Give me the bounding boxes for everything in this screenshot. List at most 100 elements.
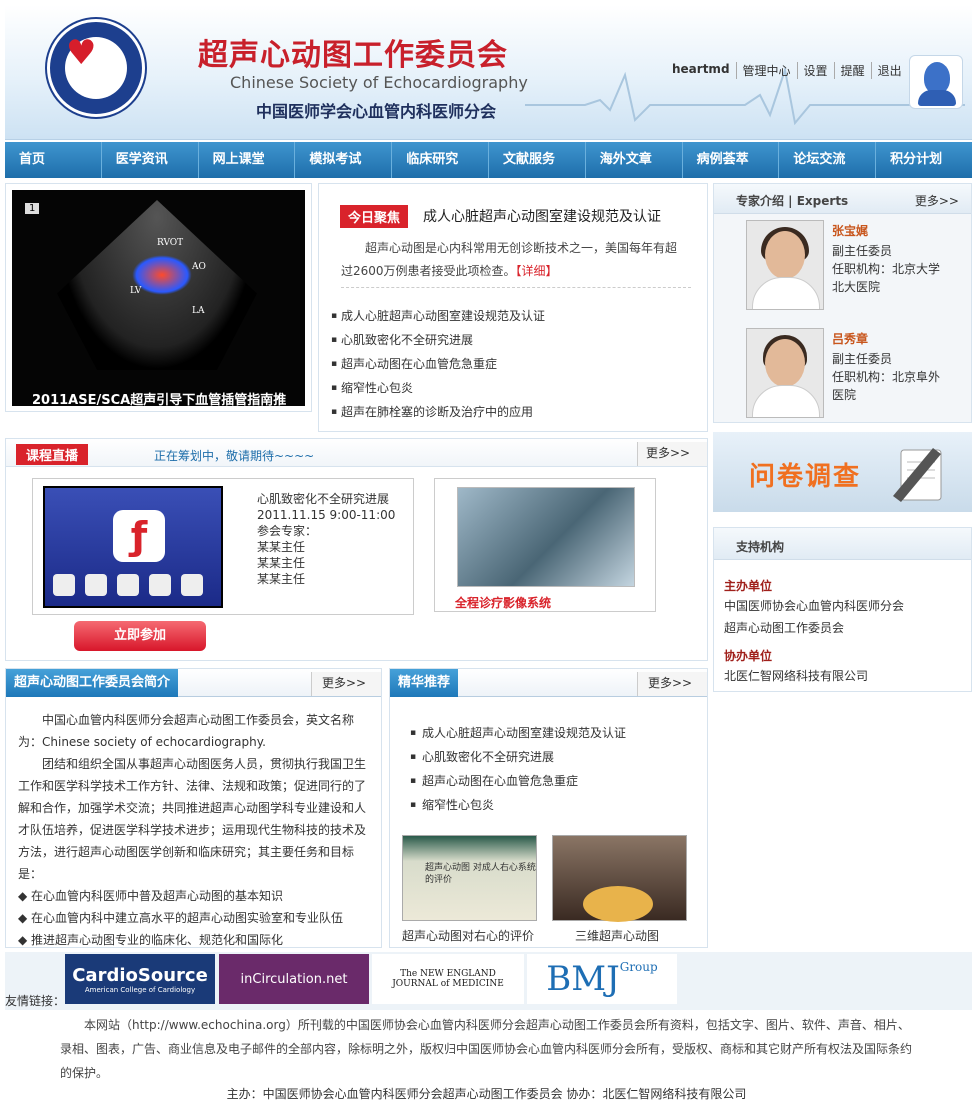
heart-icon: ♥	[66, 33, 97, 73]
username-link[interactable]: heartmd	[658, 62, 736, 79]
co-host-label: 协办单位	[724, 649, 773, 663]
expert-info: 副主任委员 任职机构：北京大学北大医院	[832, 244, 941, 294]
recommend-list: 成人心脏超声心动图室建设规范及认证 心肌致密化不全研究进展 超声心动图在心血管危…	[410, 721, 626, 817]
course-thumbnail[interactable]: ƒ	[43, 486, 223, 608]
survey-label: 问卷调查	[749, 462, 862, 492]
list-item[interactable]: 超声心动图在心血管危急重症	[410, 769, 626, 793]
course-expert: 某某主任	[257, 556, 306, 570]
recommend-panel: 精华推荐 更多>> 成人心脏超声心动图室建设规范及认证 心肌致密化不全研究进展 …	[389, 668, 708, 948]
list-item[interactable]: 缩窄性心包炎	[410, 793, 626, 817]
host-label: 主办单位	[724, 579, 773, 593]
play-icon: ƒ	[113, 510, 165, 562]
incirculation-logo[interactable]: inCirculation.net	[219, 954, 369, 1004]
today-focus-panel: 今日聚焦 成人心脏超声心动图室建设规范及认证 超声心动图是心内科常用无创诊断技术…	[318, 183, 708, 432]
live-course-card[interactable]: ƒ 心肌致密化不全研究进展 2011.11.15 9:00-11:00 参会专家…	[32, 478, 414, 615]
recommend-caption[interactable]: 三维超声心动图	[575, 927, 659, 944]
footer-sponsors: 主办：中国医师协会心血管内科医师分会超声心动图工作委员会 协办：北医仁智网络科技…	[226, 1087, 747, 1101]
nejm-logo[interactable]: The NEW ENGLAND JOURNAL of MEDICINE	[372, 954, 524, 1004]
list-item[interactable]: 成人心脏超声心动图室建设规范及认证	[410, 721, 626, 745]
live-more-link[interactable]: 更多>>	[637, 442, 707, 466]
join-now-button[interactable]: 立即参加	[74, 621, 206, 651]
admin-center-link[interactable]: 管理中心	[735, 62, 797, 79]
expert-photo[interactable]	[746, 220, 824, 310]
expert-info: 副主任委员 任职机构：北京阜外医院	[832, 352, 941, 402]
list-item[interactable]: 缩窄性心包炎	[331, 376, 545, 400]
host-org[interactable]: 中国医师协会心血管内科医师分会	[724, 597, 904, 614]
experts-panel: 专家介绍 | Experts 更多>> 张宝娓 副主任委员 任职机构：北京大学北大…	[713, 183, 972, 423]
nav-medical-news[interactable]: 医学资讯	[102, 142, 199, 178]
user-avatar-icon[interactable]	[909, 55, 963, 109]
society-logo[interactable]: ♥	[47, 19, 145, 117]
friend-links-label: 友情链接：	[5, 994, 66, 1008]
expert-name[interactable]: 张宝娓	[832, 222, 868, 239]
echo-label: LV	[130, 286, 142, 296]
logout-link[interactable]: 退出	[870, 62, 908, 79]
co-host-org[interactable]: 北医仁智网络科技有限公司	[724, 667, 868, 684]
course-title[interactable]: 心肌致密化不全研究进展	[257, 491, 395, 507]
site-title-en: Chinese Society of Echocardiography	[230, 73, 528, 92]
pen-icon	[893, 448, 942, 502]
main-nav: 首页 医学资讯 网上课堂 模拟考试 临床研究 文献服务 海外文章 病例荟萃 论坛…	[5, 142, 972, 178]
slide-index[interactable]: 1	[25, 203, 40, 214]
recommend-tab[interactable]: 精华推荐	[390, 669, 459, 697]
reminders-link[interactable]: 提醒	[833, 62, 871, 79]
list-item[interactable]: 心肌致密化不全研究进展	[331, 328, 545, 352]
course-info: 心肌致密化不全研究进展 2011.11.15 9:00-11:00 参会专家： …	[257, 491, 395, 587]
copyright-notice: 本网站（http://www.echochina.org）所刊载的中国医师协会心…	[60, 1018, 913, 1080]
experts-more-link[interactable]: 更多>>	[915, 192, 959, 209]
live-tag: 课程直播	[16, 444, 89, 465]
slide-caption[interactable]: 2011ASE/SCA超声引导下血管插管指南推	[32, 389, 286, 406]
nav-points[interactable]: 积分计划	[876, 142, 972, 178]
echo-label: AO	[192, 262, 206, 272]
recommend-caption[interactable]: 超声心动图对右心的评价	[402, 927, 534, 944]
list-item[interactable]: 超声在肺栓塞的诊断及治疗中的应用	[331, 400, 545, 424]
nav-clinical-research[interactable]: 临床研究	[392, 142, 489, 178]
course-time: 2011.11.15 9:00-11:00	[257, 508, 396, 522]
experts-title: 专家介绍 | Experts	[736, 194, 849, 208]
list-item[interactable]: 成人心脏超声心动图室建设规范及认证	[331, 304, 545, 328]
echo-label: RVOT	[157, 238, 184, 248]
nav-overseas-articles[interactable]: 海外文章	[586, 142, 683, 178]
site-subtitle: 中国医师学会心血管内科医师分会	[256, 102, 497, 121]
intro-tab[interactable]: 超声心动图工作委员会简介	[6, 669, 179, 697]
cardiosource-logo[interactable]: CardioSource American College of Cardiolo…	[65, 954, 215, 1004]
intro-more-link[interactable]: 更多>>	[311, 672, 381, 696]
recommend-more-link[interactable]: 更多>>	[637, 672, 707, 696]
recommend-image-right-heart[interactable]: 超声心动图 对成人右心系统的评价	[402, 835, 537, 921]
focus-headline[interactable]: 成人心脏超声心动图室建设规范及认证	[423, 206, 661, 226]
recommend-image-3d-echo[interactable]	[552, 835, 687, 922]
detail-link[interactable]: 【详细】	[516, 264, 558, 278]
echo-label: LA	[192, 306, 205, 316]
site-title-cn: 超声心动图工作委员会	[198, 38, 508, 73]
imaging-system-card[interactable]: 全程诊疗影像系统	[434, 478, 656, 612]
expert-name[interactable]: 吕秀章	[832, 330, 868, 347]
imaging-system-image[interactable]	[457, 487, 635, 587]
bmj-logo[interactable]: BMJ Group	[527, 954, 677, 1004]
list-item[interactable]: 心肌致密化不全研究进展	[410, 745, 626, 769]
nav-literature[interactable]: 文献服务	[489, 142, 586, 178]
nav-online-class[interactable]: 网上课堂	[199, 142, 296, 178]
today-focus-tag: 今日聚焦	[340, 205, 409, 228]
list-item[interactable]: 超声心动图在心血管危急重症	[331, 352, 545, 376]
live-note: 正在筹划中，敬请期待~~~~	[154, 449, 315, 463]
nav-forum[interactable]: 论坛交流	[779, 142, 877, 178]
expert-photo[interactable]	[746, 328, 824, 418]
imaging-system-caption[interactable]: 全程诊疗影像系统	[455, 594, 551, 611]
user-nav: heartmd 管理中心 设置 提醒 退出	[658, 62, 908, 79]
support-panel: 支持机构 主办单位 中国医师协会心血管内科医师分会 超声心动图工作委员会 协办单…	[713, 527, 972, 692]
survey-banner[interactable]: 问卷调查	[713, 432, 972, 512]
nav-home[interactable]: 首页	[5, 142, 102, 178]
focus-list: 成人心脏超声心动图室建设规范及认证 心肌致密化不全研究进展 超声心动图在心血管危…	[331, 304, 545, 424]
echo-image[interactable]: 1 RVOT AO LV LA 2011ASE/SCA超声引导下血管插管指南推	[12, 190, 305, 406]
support-title: 支持机构	[736, 540, 785, 554]
focus-description: 超声心动图是心内科常用无创诊断技术之一，美国每年有超过2600万例患者接受此项检…	[341, 241, 678, 278]
live-course-panel: 课程直播 正在筹划中，敬请期待~~~~ 更多>> ƒ 心肌致密化不全研究进展 2…	[5, 438, 708, 661]
nav-mock-exam[interactable]: 模拟考试	[295, 142, 393, 178]
host-org[interactable]: 超声心动图工作委员会	[724, 619, 844, 636]
course-experts-label: 参会专家：	[257, 524, 318, 538]
course-expert: 某某主任	[257, 540, 306, 554]
slideshow[interactable]: 1 RVOT AO LV LA 2011ASE/SCA超声引导下血管插管指南推	[5, 183, 312, 412]
course-expert: 某某主任	[257, 572, 306, 586]
settings-link[interactable]: 设置	[796, 62, 834, 79]
nav-cases[interactable]: 病例荟萃	[683, 142, 780, 178]
